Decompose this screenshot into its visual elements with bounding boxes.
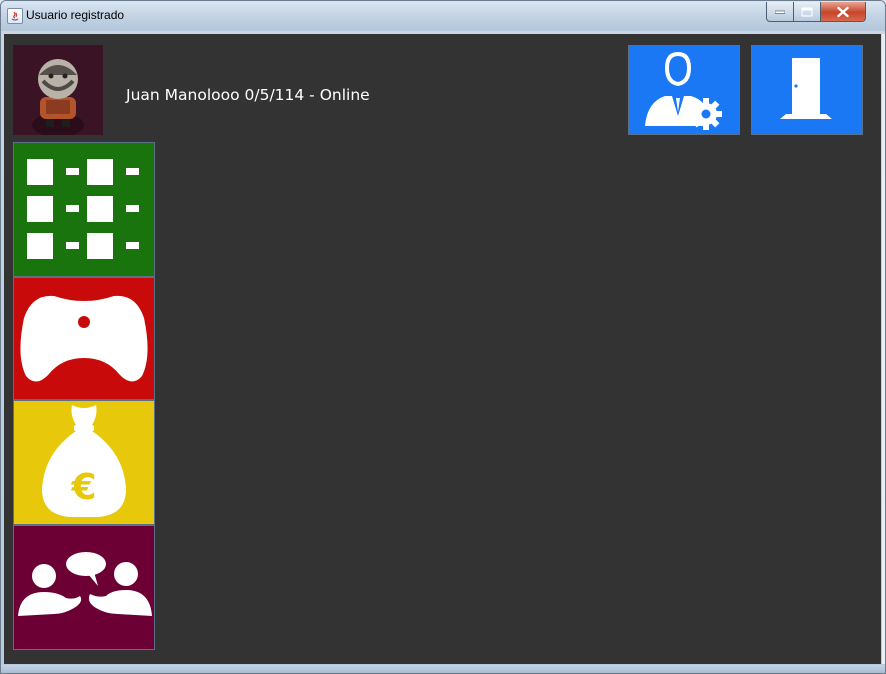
gamepad-icon [20,295,148,382]
close-icon [837,6,849,17]
user-gear-icon [645,51,722,130]
door-icon [780,58,832,119]
maximize-icon [801,7,813,16]
profile-settings-button[interactable] [628,45,740,135]
minimize-icon [775,10,785,14]
grid-menu-button[interactable] [13,142,155,277]
app-window: Usuario registrado Juan Manolooo 0/5/114… [0,0,886,674]
svg-text:€: € [70,467,96,508]
euro-moneybag-icon: € [42,405,126,517]
java-app-icon [7,8,23,24]
window-title: Usuario registrado [26,8,125,22]
minimize-button[interactable] [766,2,794,22]
window-bottom-frame [1,665,885,673]
main-panel: Juan Manolooo 0/5/114 - Online € [4,34,881,664]
maximize-button[interactable] [793,2,821,22]
chat-button[interactable] [13,525,155,650]
money-button[interactable]: € [13,400,155,525]
games-button[interactable] [13,277,155,400]
grid-list-icon [27,159,139,259]
close-button[interactable] [820,2,866,22]
title-bar[interactable]: Usuario registrado [1,1,885,31]
people-chat-icon [18,552,152,616]
right-edge [882,34,885,664]
user-status-label: Juan Manolooo 0/5/114 - Online [126,86,370,104]
exit-button[interactable] [751,45,863,135]
avatar [13,45,103,135]
